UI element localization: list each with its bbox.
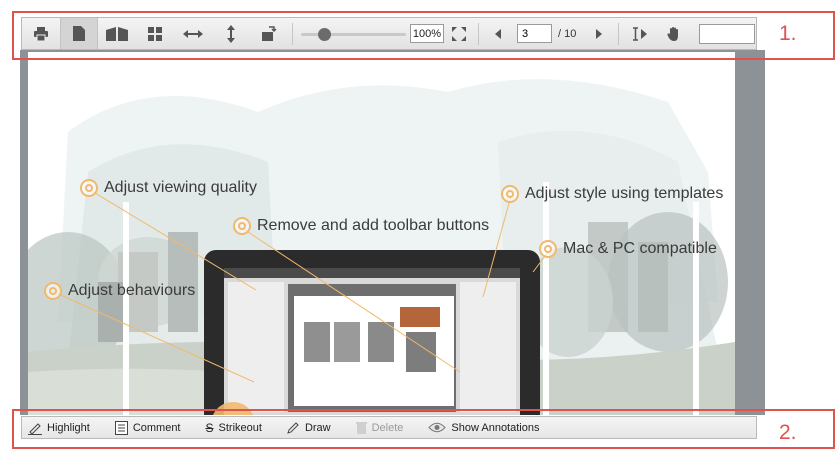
marker-label-toolbar: 1. — [779, 22, 797, 45]
callout-text: Adjust viewing quality — [104, 179, 257, 196]
callout-toolbar-buttons: Remove and add toolbar buttons — [233, 217, 489, 235]
callout-style-templates: Adjust style using templates — [501, 185, 723, 203]
marker-box-annotations — [12, 409, 835, 449]
target-icon — [539, 240, 557, 258]
callout-text: Mac & PC compatible — [563, 240, 717, 257]
callout-text: Adjust behaviours — [68, 282, 196, 299]
callout-behaviours: Adjust behaviours — [44, 282, 195, 300]
marker-box-toolbar — [12, 11, 835, 60]
callout-viewing-quality: Adjust viewing quality — [80, 179, 257, 197]
callout-text: Adjust style using templates — [525, 185, 724, 202]
callout-text: Remove and add toolbar buttons — [257, 217, 490, 234]
document-page[interactable]: Adjust viewing quality Remove and add to… — [28, 52, 735, 415]
marker-label-annotations: 2. — [779, 421, 797, 444]
target-icon — [501, 185, 519, 203]
target-icon — [44, 282, 62, 300]
target-icon — [233, 217, 251, 235]
callout-mac-pc: Mac & PC compatible — [539, 240, 717, 258]
target-icon — [80, 179, 98, 197]
